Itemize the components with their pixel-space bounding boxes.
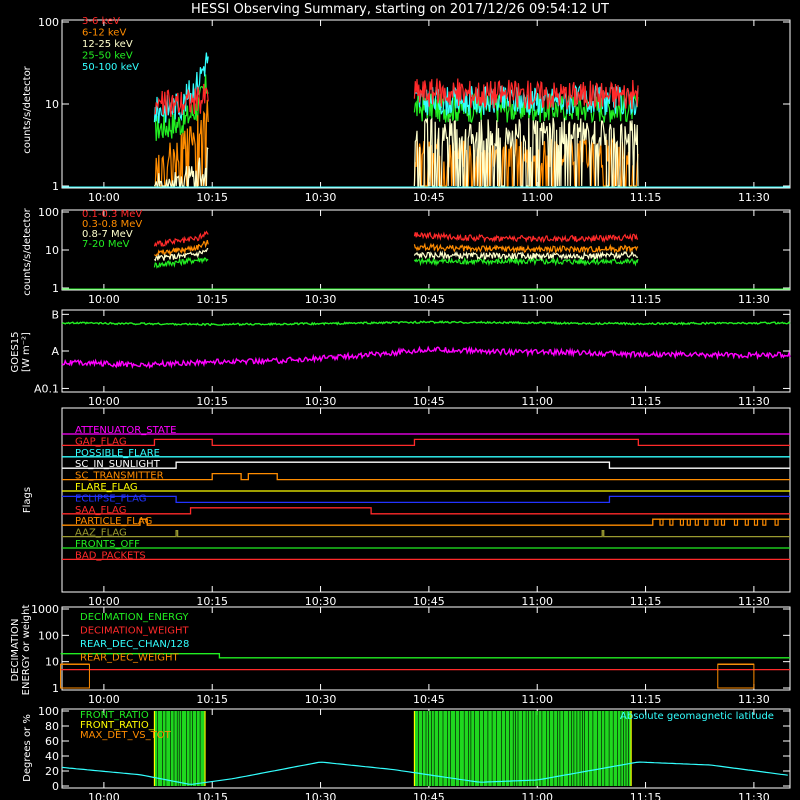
flag-label: ECLIPSE_FLAG [75, 493, 146, 504]
y-tick-label: B [51, 308, 59, 321]
x-tick-label: 11:00 [521, 191, 553, 204]
y-tick-label: 40 [45, 750, 59, 763]
x-tick-label: 11:15 [630, 791, 662, 800]
x-tick-label: 11:15 [630, 395, 662, 408]
legend-entry: 6-12 keV [82, 28, 126, 39]
x-tick-label: 10:45 [413, 595, 445, 608]
legend-entry: 25-50 keV [82, 51, 133, 62]
y-axis-label: GOES15 [10, 331, 21, 372]
y-tick-label: A [51, 345, 59, 358]
y-axis-label: DECIMATION [10, 618, 21, 681]
x-tick-label: 10:00 [88, 395, 120, 408]
x-tick-label: 10:30 [305, 293, 337, 306]
legend-entry: 50-100 keV [82, 62, 139, 73]
x-tick-label: 10:15 [196, 191, 228, 204]
y-axis-label: Flags [22, 487, 33, 513]
y-axis-label: ENERGY or weight [21, 605, 32, 696]
chart-canvas: HESSI Observing Summary, starting on 201… [0, 0, 800, 800]
legend-entry: MAX_DET_VS_TOT [80, 730, 172, 741]
y-tick-label: 1 [52, 282, 59, 295]
y-tick-label: 10 [45, 244, 59, 257]
legend-entry: REAR_DEC_WEIGHT [80, 653, 179, 664]
x-tick-label: 11:00 [521, 693, 553, 706]
legend-entry: 7-20 MeV [82, 239, 130, 250]
x-tick-label: 10:45 [413, 693, 445, 706]
legend-entry: 3-6 keV [82, 16, 120, 27]
y-tick-label: 100 [38, 705, 59, 718]
chart-title: HESSI Observing Summary, starting on 201… [191, 2, 609, 17]
x-tick-label: 10:00 [88, 693, 120, 706]
front-ratio-block [414, 711, 632, 786]
legend-entry: DECIMATION_WEIGHT [80, 626, 189, 637]
x-tick-label: 11:30 [738, 191, 770, 204]
x-tick-label: 11:30 [738, 395, 770, 408]
y-axis-label: [W m⁻²] [21, 332, 32, 372]
y-tick-label: A0.1 [34, 382, 59, 395]
x-tick-label: 11:15 [630, 693, 662, 706]
y-tick-label: 10 [45, 656, 59, 669]
x-tick-label: 10:45 [413, 293, 445, 306]
x-tick-label: 10:30 [305, 395, 337, 408]
x-tick-label: 10:30 [305, 791, 337, 800]
x-tick-label: 11:00 [521, 791, 553, 800]
x-tick-label: 10:00 [88, 791, 120, 800]
legend-entry: Absolute geomagnetic latitude [620, 711, 774, 722]
x-tick-label: 11:30 [738, 791, 770, 800]
x-tick-label: 10:30 [305, 595, 337, 608]
y-tick-label: 1 [52, 682, 59, 695]
legend-entry: 12-25 keV [82, 39, 133, 50]
y-tick-label: 0 [52, 780, 59, 793]
y-tick-label: 10 [45, 98, 59, 111]
y-tick-label: 1000 [31, 603, 59, 616]
x-tick-label: 11:00 [521, 293, 553, 306]
y-tick-label: 100 [38, 629, 59, 642]
y-axis-label: counts/s/detector [22, 65, 33, 153]
y-tick-label: 80 [45, 720, 59, 733]
x-tick-label: 10:00 [88, 293, 120, 306]
y-tick-label: 100 [38, 16, 59, 29]
x-tick-label: 10:15 [196, 595, 228, 608]
legend-entry: REAR_DEC_CHAN/128 [80, 639, 189, 650]
x-tick-label: 10:45 [413, 791, 445, 800]
x-tick-label: 11:15 [630, 595, 662, 608]
x-tick-label: 11:30 [738, 595, 770, 608]
y-tick-label: 20 [45, 765, 59, 778]
x-tick-label: 11:00 [521, 395, 553, 408]
legend-entry: DECIMATION_ENERGY [80, 612, 189, 623]
x-tick-label: 11:15 [630, 293, 662, 306]
x-tick-label: 10:00 [88, 595, 120, 608]
x-tick-label: 10:00 [88, 191, 120, 204]
x-tick-label: 11:30 [738, 693, 770, 706]
x-tick-label: 10:15 [196, 395, 228, 408]
y-tick-label: 100 [38, 206, 59, 219]
y-tick-label: 60 [45, 735, 59, 748]
x-tick-label: 10:15 [196, 791, 228, 800]
y-tick-label: 1 [52, 180, 59, 193]
x-tick-label: 11:15 [630, 191, 662, 204]
x-tick-label: 10:15 [196, 293, 228, 306]
x-tick-label: 11:30 [738, 293, 770, 306]
x-tick-label: 11:00 [521, 595, 553, 608]
x-tick-label: 10:30 [305, 191, 337, 204]
x-tick-label: 10:30 [305, 693, 337, 706]
y-axis-label: counts/s/detector [22, 207, 33, 295]
x-tick-label: 10:45 [413, 395, 445, 408]
x-tick-label: 10:45 [413, 191, 445, 204]
x-tick-label: 10:15 [196, 693, 228, 706]
y-axis-label: Degrees or % [22, 714, 33, 782]
